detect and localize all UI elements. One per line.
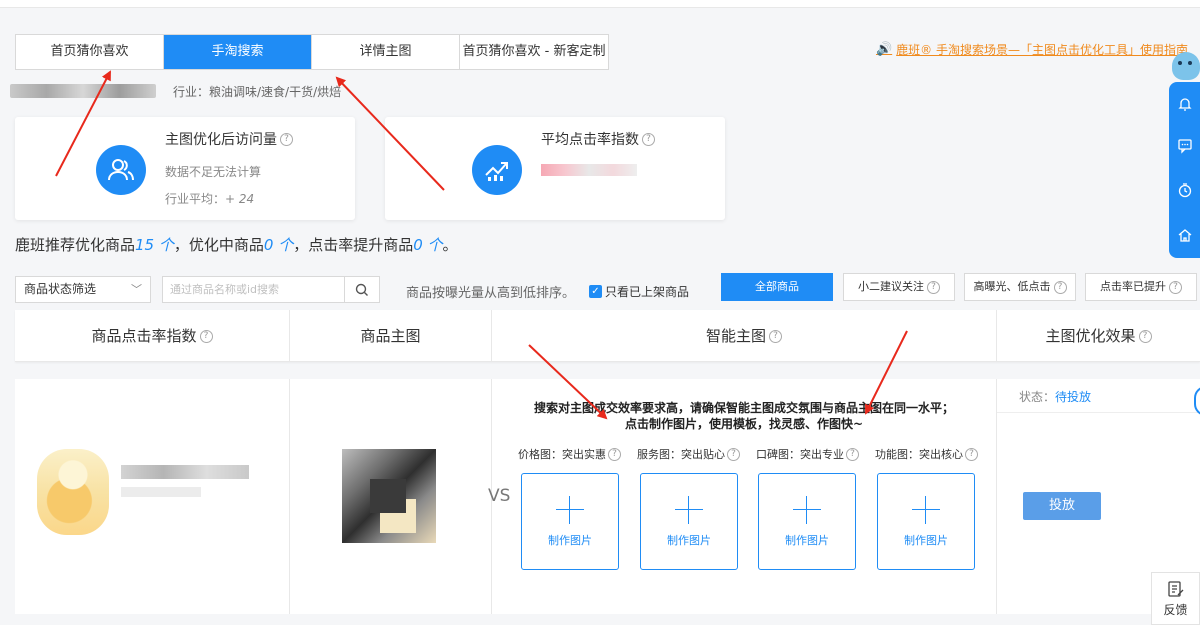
edit-icon: [1167, 580, 1183, 597]
scene-tabs: 首页猜你喜欢 手淘搜索 详情主图 首页猜你喜欢 - 新客定制: [15, 34, 609, 70]
ctr-index-title: 平均点击率指数?: [541, 129, 655, 149]
header-ctr-index: 商品点击率指数?: [15, 310, 290, 362]
search-box: [162, 276, 380, 303]
header-optimization-effect: 主图优化效果?: [997, 310, 1200, 362]
side-toolbar: [1169, 82, 1200, 258]
suggested-button[interactable]: 小二建议关注?: [843, 273, 955, 301]
search-input[interactable]: [163, 277, 345, 302]
search-icon: [355, 283, 369, 296]
home-icon[interactable]: [1177, 227, 1193, 243]
plus-icon: [675, 495, 703, 524]
divider: [997, 412, 1200, 413]
visits-sub: 数据不足无法计算: [165, 165, 262, 179]
slot-label-function: 功能图：突出核心?: [875, 446, 978, 462]
guide-link[interactable]: 🔊 鹿班® 手淘搜索场景—「主图点击优化工具」使用指南: [876, 41, 1188, 58]
status-filter-select[interactable]: 商品状态筛选 ﹀: [15, 276, 151, 303]
visits-card: 主图优化后访问量? 数据不足无法计算 行业平均：+ 24: [15, 117, 355, 220]
only-listed-checkbox[interactable]: ✓ 只看已上架商品: [589, 283, 689, 300]
help-icon[interactable]: ?: [727, 447, 740, 461]
status-text: 状态：待投放: [1019, 390, 1092, 404]
chat-icon[interactable]: [1177, 138, 1193, 154]
tab-home-guess[interactable]: 首页猜你喜欢: [16, 35, 164, 69]
tab-mobile-search[interactable]: 手淘搜索: [164, 35, 312, 69]
header-smart-image: 智能主图?: [492, 310, 997, 362]
ctr-index-card: 平均点击率指数?: [385, 117, 725, 220]
help-icon[interactable]: ?: [846, 447, 859, 461]
help-icon: ?: [1169, 280, 1182, 294]
help-icon: ?: [927, 280, 940, 294]
industry-average: 行业平均：+ 24: [165, 192, 255, 206]
feedback-button[interactable]: 反馈: [1151, 572, 1200, 625]
product-name-blurred: [121, 465, 249, 479]
clock-icon[interactable]: [1177, 182, 1193, 198]
main-image-cell: [290, 379, 492, 614]
chevron-down-icon: ﹀: [131, 283, 142, 296]
mascot-icon[interactable]: [1172, 52, 1200, 80]
summary-line: 鹿班推荐优化商品15 个，优化中商品0 个，点击率提升商品0 个。: [15, 236, 458, 254]
shop-name-blurred: [10, 84, 156, 98]
check-icon: ✓: [589, 285, 602, 298]
slot-label-reputation: 口碑图：突出专业?: [756, 446, 859, 462]
table-row: 搜索对主图成交效率要求高，请确保智能主图成交氛围与商品主图在同一水平； 点击制作…: [15, 379, 1200, 614]
make-image-slot-price[interactable]: 制作图片: [521, 473, 619, 570]
product-cell: [15, 379, 290, 614]
help-icon[interactable]: ?: [769, 329, 782, 343]
industry-text: 行业：粮油调味/速食/干货/烘焙: [173, 85, 342, 99]
ctr-index-value-blurred: [541, 164, 637, 176]
help-icon[interactable]: ?: [1138, 329, 1152, 343]
plus-icon: [556, 495, 584, 524]
slot-label-price: 价格图：突出实惠?: [518, 446, 621, 462]
help-icon[interactable]: ?: [608, 447, 621, 461]
help-icon[interactable]: ?: [642, 132, 655, 146]
users-icon: [96, 145, 146, 195]
launch-button[interactable]: 投放: [1023, 492, 1101, 520]
ctr-improved-button[interactable]: 点击率已提升?: [1085, 273, 1197, 301]
bell-icon[interactable]: [1177, 96, 1193, 112]
visits-title: 主图优化后访问量?: [165, 129, 293, 149]
help-icon[interactable]: ?: [965, 447, 978, 461]
speaker-icon: 🔊: [875, 42, 893, 57]
sort-text: 商品按曝光量从高到低排序。: [406, 286, 576, 301]
chart-up-icon: [472, 145, 522, 195]
help-icon[interactable]: ?: [199, 329, 213, 343]
main-image[interactable]: [342, 449, 436, 543]
help-icon[interactable]: ?: [280, 132, 293, 146]
all-products-button[interactable]: 全部商品: [721, 273, 833, 301]
make-image-slot-service[interactable]: 制作图片: [640, 473, 738, 570]
product-thumbnail[interactable]: [37, 449, 109, 535]
plus-icon: [912, 495, 940, 524]
high-exposure-low-click-button[interactable]: 高曝光、低点击?: [964, 273, 1076, 301]
smart-image-cell: 搜索对主图成交效率要求高，请确保智能主图成交氛围与商品主图在同一水平； 点击制作…: [492, 379, 997, 614]
header-main-image: 商品主图: [290, 310, 492, 362]
search-button[interactable]: [344, 277, 379, 302]
plus-icon: [793, 495, 821, 524]
top-bar: [0, 0, 1200, 8]
vs-label: VS: [488, 486, 511, 506]
tab-home-guess-new-customer[interactable]: 首页猜你喜欢 - 新客定制: [460, 35, 608, 69]
table-header: 商品点击率指数? 商品主图 智能主图? 主图优化效果?: [15, 310, 1200, 362]
guide-link-text: 鹿班® 手淘搜索场景—「主图点击优化工具」使用指南: [896, 43, 1188, 57]
smart-image-tip: 搜索对主图成交效率要求高，请确保智能主图成交氛围与商品主图在同一水平； 点击制作…: [533, 401, 954, 431]
product-id-blurred: [121, 487, 201, 497]
help-icon: ?: [1053, 280, 1067, 294]
make-image-slot-reputation[interactable]: 制作图片: [758, 473, 856, 570]
slot-label-service: 服务图：突出贴心?: [637, 446, 740, 462]
make-image-slot-function[interactable]: 制作图片: [877, 473, 975, 570]
tab-detail-main-image[interactable]: 详情主图: [312, 35, 460, 69]
